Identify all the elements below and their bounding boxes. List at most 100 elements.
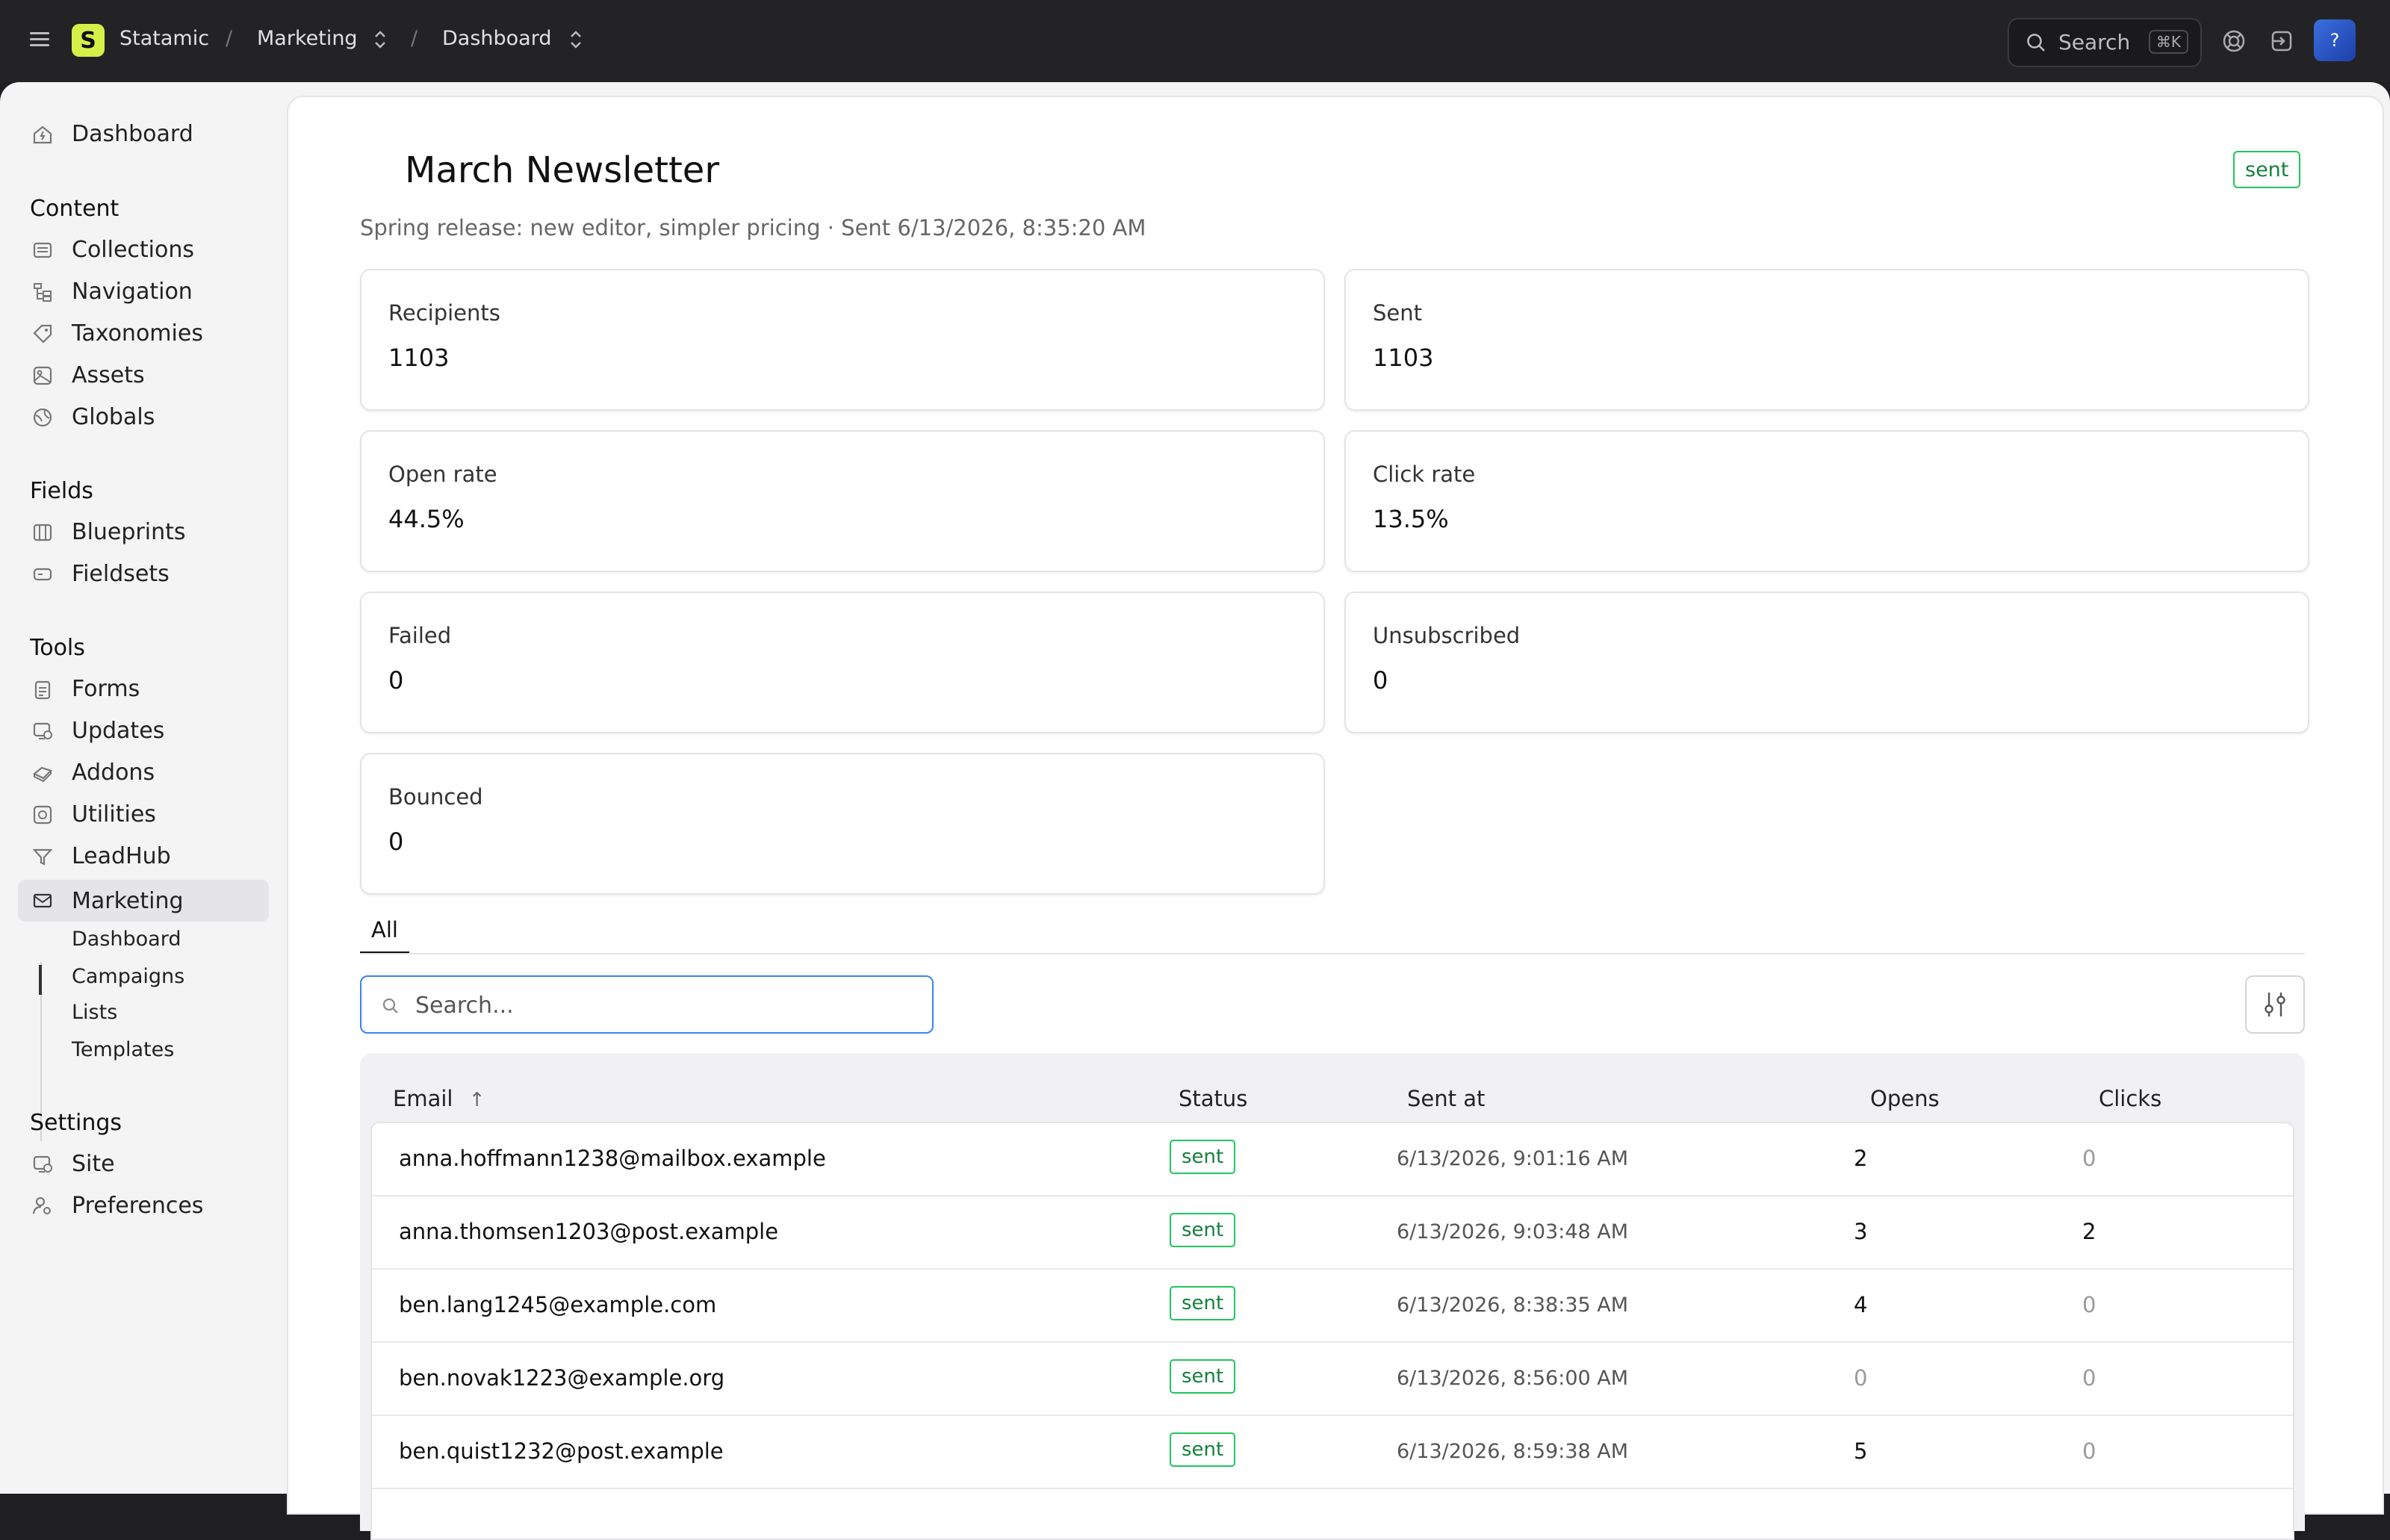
search-icon: [381, 996, 400, 1019]
subnav-item-dashboard[interactable]: Dashboard: [72, 928, 181, 951]
global-search[interactable]: Search ⌘K: [2008, 18, 2202, 67]
cell-email: anna.thomsen1203@post.example: [399, 1219, 779, 1244]
sidebar-item-label: Preferences: [72, 1193, 204, 1219]
stat-label: Click rate: [1373, 462, 1476, 487]
subnav-item-lists[interactable]: Lists: [72, 1001, 117, 1024]
search-input[interactable]: [414, 987, 910, 1023]
breadcrumb-app[interactable]: Statamic: [120, 27, 209, 50]
navigation-icon: [30, 279, 55, 305]
sidebar-item-navigation[interactable]: Navigation: [30, 279, 193, 305]
subnav-item-templates[interactable]: Templates: [72, 1038, 174, 1061]
sidebar-item-utilities[interactable]: Utilities: [30, 801, 156, 828]
column-header-email[interactable]: Email ↑: [393, 1086, 485, 1111]
recipient-search[interactable]: [360, 975, 934, 1034]
view-site-icon[interactable]: [2268, 27, 2296, 55]
sidebar-item-fieldsets[interactable]: Fieldsets: [30, 561, 170, 587]
cell-email: ben.quist1232@post.example: [399, 1438, 724, 1464]
sliders-icon: [2265, 993, 2285, 1016]
cell-opens: 0: [1854, 1365, 1868, 1391]
subnav-active-indicator: [39, 965, 42, 995]
cell-email: ben.lang1245@example.com: [399, 1292, 717, 1317]
stat-value: 44.5%: [388, 505, 465, 533]
breadcrumb-separator: /: [411, 27, 418, 50]
column-settings-button[interactable]: [2245, 975, 2305, 1034]
table-row[interactable]: ben.novak1223@example.org sent 6/13/2026…: [372, 1343, 2293, 1416]
app-shell: Dashboard Content Collections Navigation…: [0, 82, 2390, 1540]
mail-icon: [30, 888, 55, 913]
sidebar-item-dashboard[interactable]: Dashboard: [30, 121, 193, 147]
status-badge: sent: [1170, 1432, 1236, 1467]
sidebar-item-label: Addons: [72, 760, 155, 786]
table-row[interactable]: anna.hoffmann1238@mailbox.example sent 6…: [372, 1123, 2293, 1196]
menu-icon[interactable]: [28, 28, 51, 51]
sidebar-item-collections[interactable]: Collections: [30, 237, 194, 263]
sidebar-item-blueprints[interactable]: Blueprints: [30, 519, 186, 545]
tag-icon: [30, 321, 55, 347]
cell-opens: 5: [1854, 1438, 1868, 1464]
sidebar-item-label: Utilities: [72, 801, 156, 828]
breadcrumb-site[interactable]: Marketing: [257, 27, 358, 50]
sidebar-item-preferences[interactable]: Preferences: [30, 1193, 203, 1219]
site-switcher-icon[interactable]: [372, 28, 388, 51]
cell-sent-at: 6/13/2026, 9:01:16 AM: [1397, 1147, 1629, 1170]
column-header-opens[interactable]: Opens: [1870, 1086, 1940, 1111]
cell-opens: 2: [1854, 1146, 1868, 1171]
column-header-clicks[interactable]: Clicks: [2099, 1086, 2161, 1111]
table-body: anna.hoffmann1238@mailbox.example sent 6…: [370, 1122, 2294, 1540]
column-header-status[interactable]: Status: [1179, 1086, 1247, 1111]
support-icon[interactable]: [2220, 27, 2248, 55]
breadcrumb-separator: /: [226, 27, 233, 50]
stat-value: 1103: [1373, 344, 1434, 372]
tab-divider: [360, 953, 2305, 954]
status-badge: sent: [1170, 1286, 1236, 1320]
sidebar-item-label: Assets: [72, 362, 145, 388]
stat-label: Unsubscribed: [1373, 623, 1521, 648]
page-switcher-icon[interactable]: [568, 28, 584, 51]
sidebar-item-globals[interactable]: Globals: [30, 404, 155, 430]
table-row[interactable]: ben.lang1245@example.com sent 6/13/2026,…: [372, 1270, 2293, 1343]
section-heading-fields: Fields: [30, 478, 93, 504]
table-row[interactable]: ben.quist1232@post.example sent 6/13/202…: [372, 1416, 2293, 1489]
sidebar-item-updates[interactable]: Updates: [30, 718, 164, 744]
stat-label: Recipients: [388, 300, 500, 326]
subnav-item-campaigns[interactable]: Campaigns: [72, 965, 184, 988]
column-header-label: Email: [393, 1086, 453, 1111]
stat-card-recipients: Recipients 1103: [360, 269, 1325, 411]
sidebar-item-label: Navigation: [72, 279, 193, 305]
cell-sent-at: 6/13/2026, 8:38:35 AM: [1397, 1294, 1629, 1317]
search-label: Search: [2058, 30, 2131, 55]
sidebar-item-label: Dashboard: [72, 121, 193, 147]
sidebar-item-addons[interactable]: Addons: [30, 760, 155, 786]
sidebar-item-taxonomies[interactable]: Taxonomies: [30, 320, 203, 347]
sidebar: Dashboard Content Collections Navigation…: [0, 82, 287, 1494]
column-header-sent-at[interactable]: Sent at: [1407, 1086, 1485, 1111]
stat-card-failed: Failed 0: [360, 592, 1325, 733]
sidebar-item-site[interactable]: Site: [30, 1151, 115, 1177]
cell-opens: 4: [1854, 1292, 1868, 1317]
status-badge: sent: [1170, 1213, 1236, 1247]
sidebar-item-leadhub[interactable]: LeadHub: [30, 843, 171, 869]
tab-all[interactable]: All: [360, 917, 409, 954]
user-settings-icon: [30, 1193, 55, 1219]
stat-value: 0: [388, 828, 404, 856]
sidebar-item-marketing[interactable]: Marketing: [18, 880, 269, 922]
stat-label: Open rate: [388, 462, 497, 487]
stat-card-bounced: Bounced 0: [360, 753, 1325, 895]
stat-card-unsubscribed: Unsubscribed 0: [1344, 592, 2309, 733]
sidebar-item-assets[interactable]: Assets: [30, 362, 145, 388]
table-row[interactable]: anna.thomsen1203@post.example sent 6/13/…: [372, 1196, 2293, 1270]
breadcrumb-page[interactable]: Dashboard: [442, 27, 551, 50]
status-badge: sent: [2233, 151, 2301, 188]
globe-icon: [30, 405, 55, 430]
statamic-logo[interactable]: S: [72, 24, 105, 57]
sidebar-item-forms[interactable]: Forms: [30, 676, 140, 702]
cell-email: anna.hoffmann1238@mailbox.example: [399, 1146, 826, 1171]
stat-card-sent: Sent 1103: [1344, 269, 2309, 411]
avatar[interactable]: ?: [2314, 19, 2356, 61]
cell-sent-at: 6/13/2026, 8:56:00 AM: [1397, 1367, 1629, 1390]
page-title: March Newsletter: [405, 149, 720, 191]
cell-sent-at: 6/13/2026, 8:59:38 AM: [1397, 1440, 1629, 1463]
dashboard-icon: [30, 122, 55, 147]
sidebar-item-label: Taxonomies: [72, 320, 203, 347]
section-heading-content: Content: [30, 196, 120, 222]
